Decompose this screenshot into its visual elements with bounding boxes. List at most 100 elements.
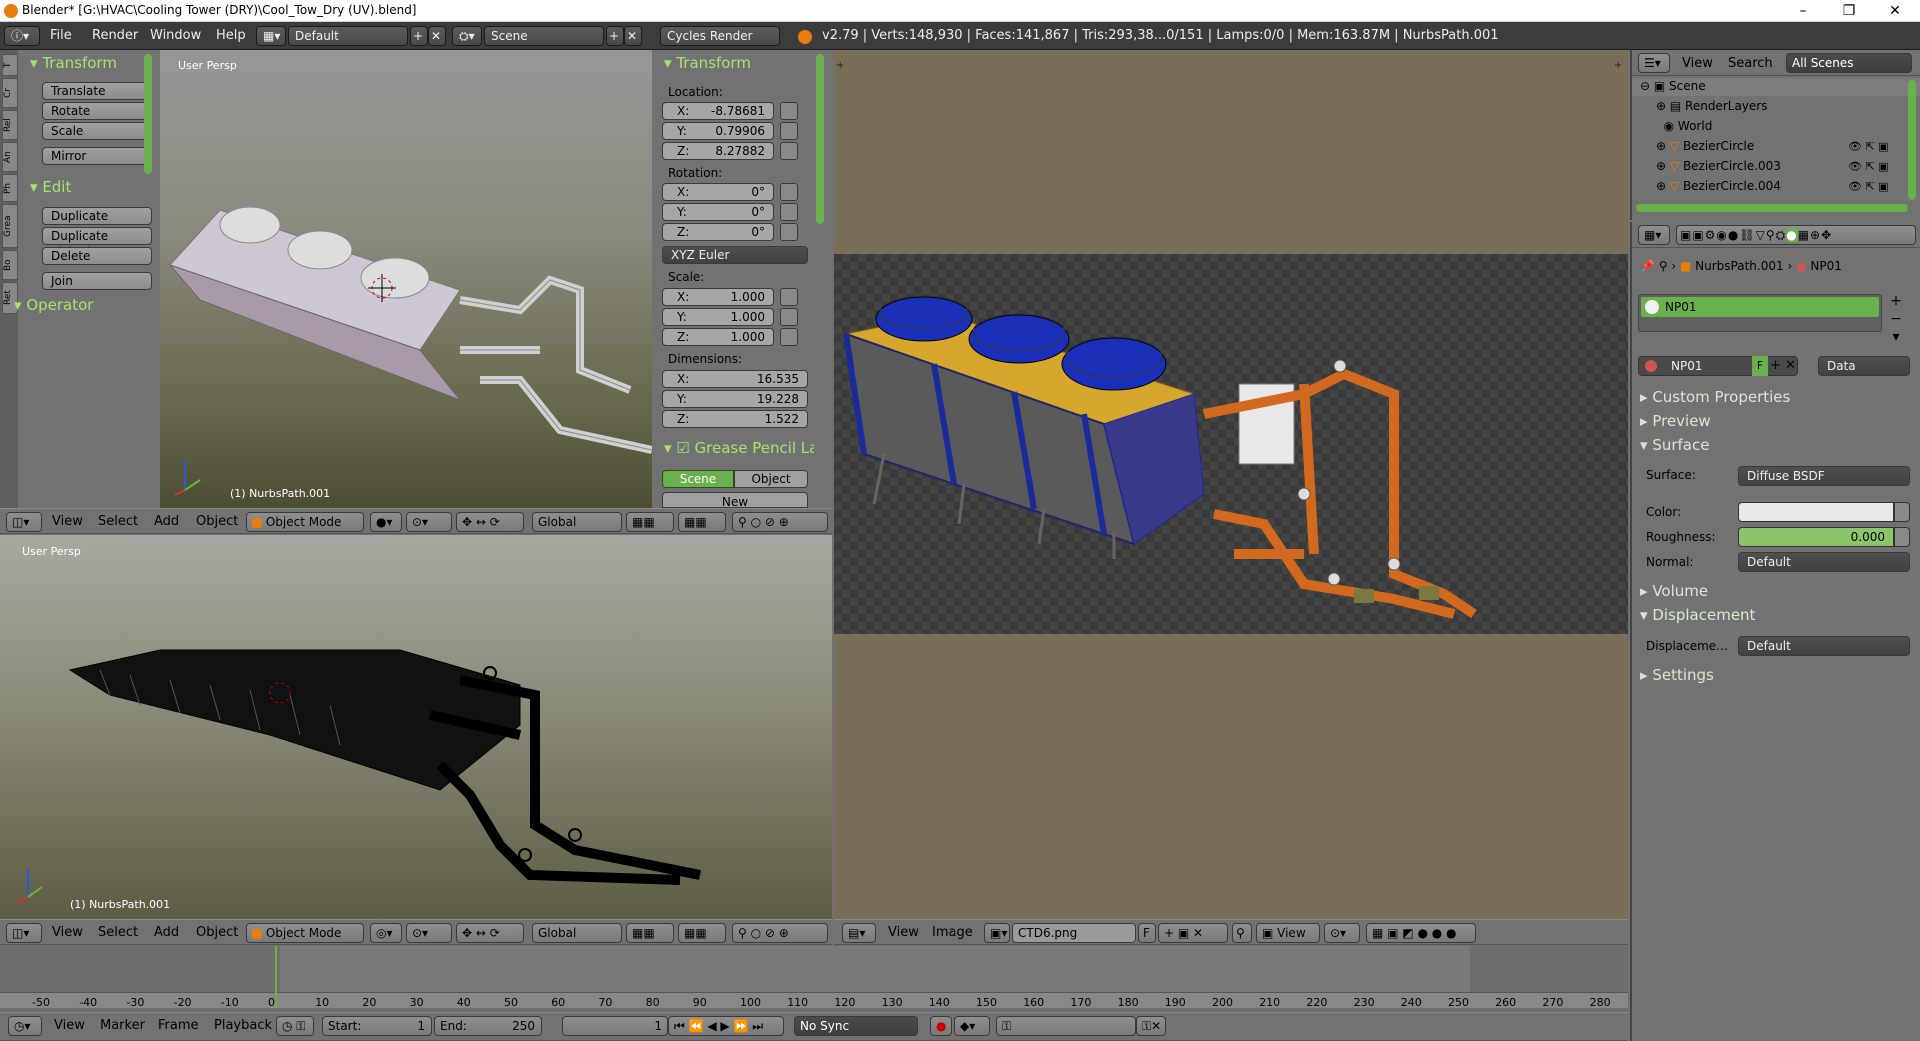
- menu-add[interactable]: Add: [154, 925, 179, 940]
- menu-file[interactable]: File: [50, 28, 72, 43]
- section-settings[interactable]: ▸ Settings: [1640, 666, 1714, 684]
- menu-view[interactable]: View: [52, 925, 83, 940]
- menu-view[interactable]: View: [888, 925, 919, 940]
- image-action-icons[interactable]: + ▣ ✕: [1158, 923, 1228, 943]
- remove-layout-icon[interactable]: ✕: [428, 26, 446, 46]
- region-expand-icon-right[interactable]: +: [1614, 60, 1622, 71]
- menu-search[interactable]: Search: [1728, 56, 1773, 71]
- dimension-y-field[interactable]: Y: 19.228: [662, 390, 808, 408]
- outliner-row-renderlayers[interactable]: ⊕ ▤ RenderLayers: [1656, 99, 1767, 113]
- menu-image[interactable]: Image: [932, 925, 973, 940]
- maximize-button[interactable]: ❐: [1826, 0, 1872, 22]
- playback-controls[interactable]: ⏮ ⏪ ◀ ▶ ⏩ ⏭: [668, 1016, 784, 1036]
- editor-type-timeline-icon[interactable]: ◷▾: [8, 1016, 42, 1036]
- image-editor[interactable]: + +: [834, 50, 1628, 919]
- menu-window[interactable]: Window: [150, 28, 201, 43]
- menu-view[interactable]: View: [1682, 56, 1713, 71]
- pin-icon[interactable]: 📌: [1640, 259, 1655, 273]
- material-link-dropdown[interactable]: Data: [1818, 356, 1910, 376]
- dimension-x-field[interactable]: X: 16.535: [662, 370, 808, 388]
- lock-icon[interactable]: [780, 203, 798, 221]
- viewport-shading-icon[interactable]: ●▾: [370, 512, 402, 532]
- npanel-transform-title[interactable]: ▾ Transform: [664, 54, 751, 72]
- start-frame-field[interactable]: Start: 1: [322, 1016, 432, 1036]
- scene-icon[interactable]: ⛭▾: [452, 26, 482, 46]
- display-channel-icons[interactable]: ▦ ▣ ◩ ● ● ●: [1366, 923, 1476, 943]
- layer-buttons-2[interactable]: ▦▦: [678, 512, 726, 532]
- keyframe-insert-icons[interactable]: ⚿✕: [1136, 1016, 1166, 1036]
- tab-bool[interactable]: Bo: [2, 250, 18, 280]
- mirror-button[interactable]: Mirror: [42, 147, 152, 165]
- cooling-tower-model-wireframe[interactable]: [0, 535, 832, 921]
- manipulator-icons[interactable]: ✥ ↔ ⟳: [456, 923, 524, 943]
- fake-user-button[interactable]: F: [1138, 923, 1156, 943]
- translate-button[interactable]: Translate: [42, 82, 152, 100]
- lock-icon[interactable]: [780, 308, 798, 326]
- rotation-y-field[interactable]: Y: 0°: [662, 203, 774, 221]
- edit-panel-title[interactable]: ▾ Edit: [30, 178, 71, 196]
- layer-buttons[interactable]: ▦▦: [626, 512, 674, 532]
- toolshelf-scrollbar[interactable]: [144, 54, 152, 174]
- menu-render[interactable]: Render: [92, 28, 138, 43]
- tab-grease-pencil[interactable]: Grea: [2, 204, 18, 248]
- operator-panel-title[interactable]: ▾ Operator: [14, 296, 93, 314]
- fake-user-toggle[interactable]: F: [1752, 356, 1768, 376]
- timeline-ruler[interactable]: [0, 992, 1628, 1008]
- grease-scene-button[interactable]: Scene: [662, 470, 734, 488]
- tab-tools[interactable]: T: [2, 54, 18, 76]
- layer-buttons[interactable]: ▦▦: [626, 923, 674, 943]
- displacement-dropdown[interactable]: Default: [1738, 636, 1910, 656]
- outliner-row-beziercircle-004[interactable]: ⊕ ▽ BezierCircle.004: [1656, 179, 1781, 193]
- mode-selector[interactable]: Object Mode: [246, 923, 364, 943]
- add-scene-icon[interactable]: +: [606, 26, 624, 46]
- menu-frame[interactable]: Frame: [158, 1018, 199, 1033]
- outliner-filter-dropdown[interactable]: All Scenes: [1786, 53, 1912, 73]
- tab-relations[interactable]: Rel: [2, 110, 18, 140]
- rotation-x-field[interactable]: X: 0°: [662, 183, 774, 201]
- keying-icon[interactable]: ◆▾: [954, 1016, 990, 1036]
- pivot-icon[interactable]: ⊙▾: [406, 512, 452, 532]
- section-volume[interactable]: ▸ Volume: [1640, 582, 1708, 600]
- scale-z-field[interactable]: Z: 1.000: [662, 328, 774, 346]
- menu-playback[interactable]: Playback: [214, 1018, 272, 1033]
- section-preview[interactable]: ▸ Preview: [1640, 412, 1711, 430]
- lock-icon[interactable]: [780, 102, 798, 120]
- editor-type-3d-icon[interactable]: ◫▾: [6, 512, 42, 532]
- preview-range-icons[interactable]: ◷ ⚿: [276, 1016, 314, 1036]
- viewport-shading-icon[interactable]: ◎▾: [370, 923, 402, 943]
- slot-side-buttons[interactable]: + − ▾: [1886, 292, 1906, 352]
- section-custom-properties[interactable]: ▸ Custom Properties: [1640, 388, 1790, 406]
- viewport-bottom-left[interactable]: User Persp (1) NurbsPath.001: [0, 535, 832, 921]
- menu-marker[interactable]: Marker: [100, 1018, 145, 1033]
- tab-create[interactable]: Cr: [2, 78, 18, 108]
- menu-select[interactable]: Select: [98, 514, 138, 529]
- mode-selector[interactable]: Object Mode: [246, 512, 364, 532]
- lock-icon[interactable]: [780, 122, 798, 140]
- material-action-icons[interactable]: + ✕: [1770, 356, 1806, 376]
- breadcrumb-material[interactable]: NP01: [1810, 259, 1841, 273]
- normal-dropdown[interactable]: Default: [1738, 552, 1910, 572]
- snap-tools-icons[interactable]: ⚲ ○ ⊘ ⊕: [732, 512, 828, 532]
- render-engine-selector[interactable]: Cycles Render: [660, 26, 780, 46]
- breadcrumb-object[interactable]: NurbsPath.001: [1695, 259, 1783, 273]
- menu-select[interactable]: Select: [98, 925, 138, 940]
- section-surface[interactable]: ▾ Surface: [1640, 436, 1709, 454]
- npanel-scrollbar[interactable]: [816, 54, 824, 224]
- end-frame-field[interactable]: End: 250: [434, 1016, 542, 1036]
- material-slot-np01[interactable]: NP01: [1641, 297, 1879, 317]
- view-mode-selector[interactable]: ▣ View: [1256, 923, 1320, 943]
- duplicate-linked-button[interactable]: Duplicate Linked: [42, 227, 152, 259]
- dimension-z-field[interactable]: Z: 1.522: [662, 410, 808, 428]
- location-z-field[interactable]: Z: 8.27882: [662, 142, 774, 160]
- layer-buttons-2[interactable]: ▦▦: [678, 923, 726, 943]
- roughness-slider[interactable]: 0.000: [1738, 527, 1894, 547]
- scene-selector[interactable]: Scene: [484, 26, 604, 46]
- tab-animation[interactable]: An: [2, 142, 18, 172]
- image-browse-icon[interactable]: ▣▾: [984, 923, 1010, 943]
- visibility-eye-icon[interactable]: 👁 ⇱ ▣: [1848, 180, 1889, 193]
- current-frame-cursor[interactable]: [275, 946, 277, 1008]
- scale-x-field[interactable]: X: 1.000: [662, 288, 774, 306]
- scale-button[interactable]: Scale: [42, 122, 152, 140]
- editor-type-info-icon[interactable]: ⓘ▾: [4, 26, 40, 46]
- roughness-link-icon[interactable]: [1894, 527, 1910, 547]
